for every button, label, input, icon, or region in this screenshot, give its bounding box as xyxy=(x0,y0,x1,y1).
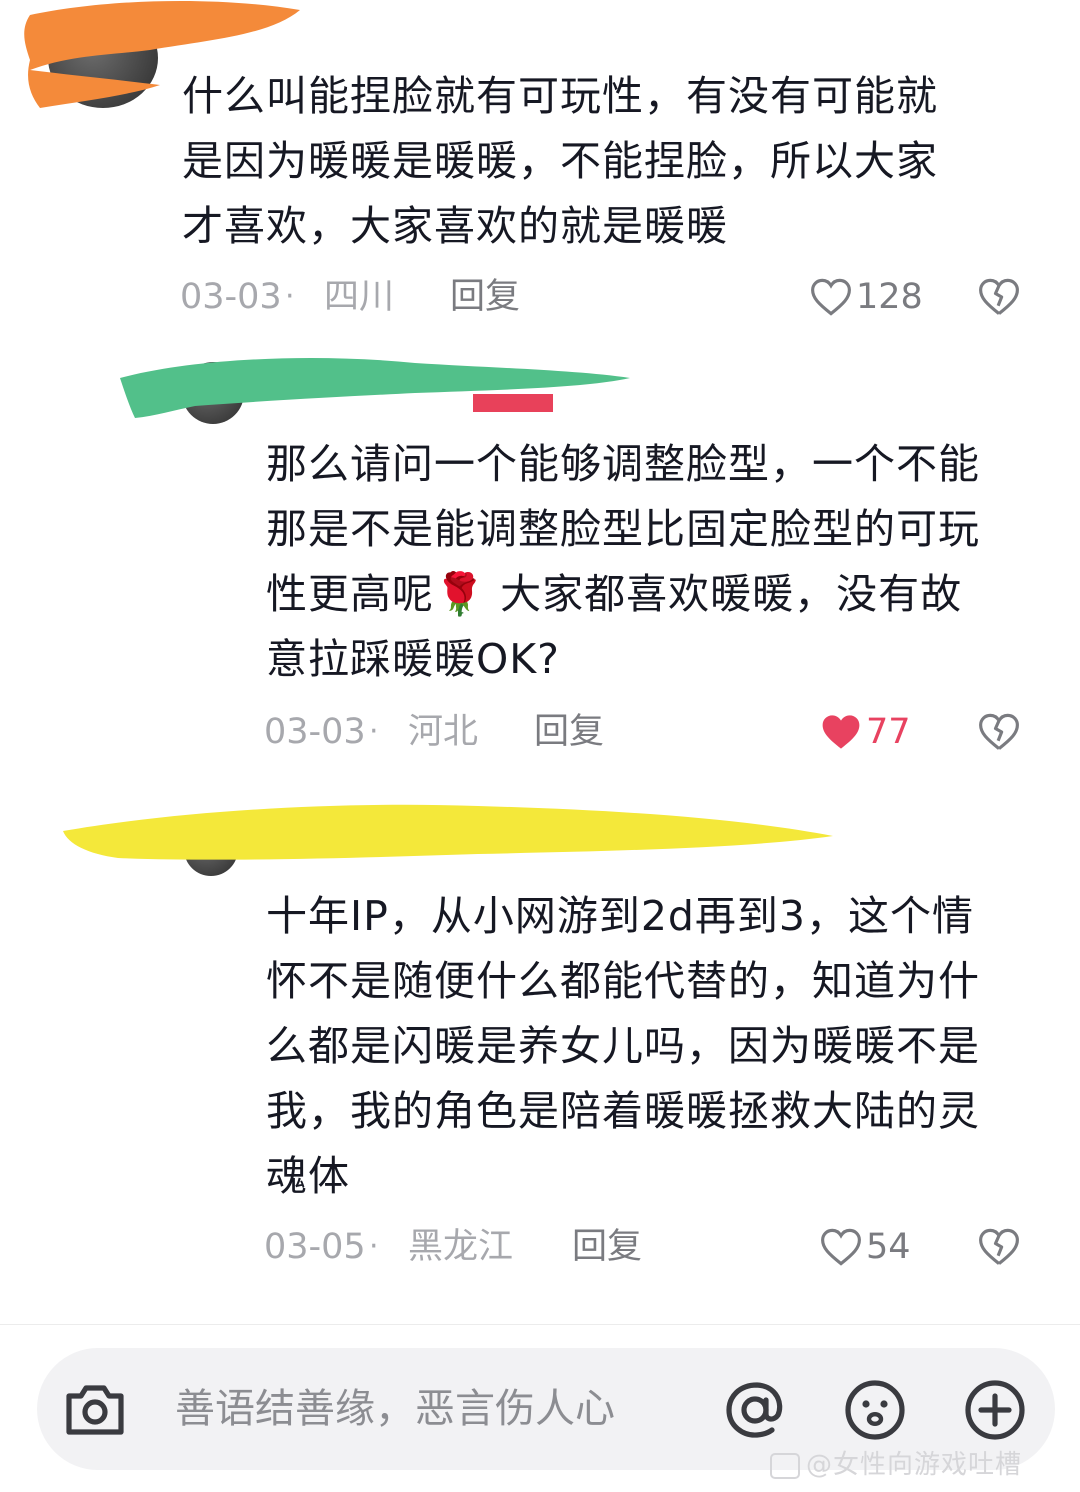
heart-icon xyxy=(821,1228,861,1266)
comment-text: 什么叫能捏脸就有可玩性，有没有可能就 是因为暖暖是暖暖，不能捏脸，所以大家 才喜… xyxy=(182,72,938,250)
redaction-scribble xyxy=(115,348,635,428)
dislike-icon[interactable] xyxy=(978,1226,1020,1268)
dislike-icon[interactable] xyxy=(978,711,1020,753)
comment-text: 那么请问一个能够调整脸型，一个不能 那是不是能调整脸型比固定脸型的可玩 性更高呢… xyxy=(266,440,980,683)
dislike-icon[interactable] xyxy=(978,276,1020,318)
comment-location: 黑龙江 xyxy=(408,1227,514,1267)
heart-icon xyxy=(811,278,851,316)
watermark-logo-icon xyxy=(770,1452,800,1479)
comment-date: 03-03 xyxy=(264,712,366,752)
reply-button[interactable]: 回复 xyxy=(450,272,520,322)
meta-separator: · xyxy=(369,714,379,749)
comment-location: 河北 xyxy=(408,712,479,752)
watermark-text: @女性向游戏吐槽 xyxy=(806,1450,1023,1480)
reply-button[interactable]: 回复 xyxy=(572,1222,642,1272)
like-count: 54 xyxy=(866,1227,911,1267)
composer-divider xyxy=(0,1324,1080,1325)
like-button[interactable]: 54 xyxy=(820,1222,911,1272)
redaction-scribble xyxy=(58,796,838,876)
like-count: 128 xyxy=(856,277,923,317)
heart-icon xyxy=(822,715,860,749)
camera-icon[interactable] xyxy=(61,1376,129,1444)
comment-location: 四川 xyxy=(324,277,395,317)
comment-input[interactable] xyxy=(175,1378,715,1440)
plus-icon[interactable] xyxy=(961,1376,1029,1444)
meta-separator: · xyxy=(285,279,295,314)
emoji-icon[interactable] xyxy=(841,1376,909,1444)
comment-text: 十年IP，从小网游到2d再到3，这个情 怀不是随便什么都能代替的，知道为什 么都… xyxy=(266,892,980,1200)
mention-icon[interactable] xyxy=(721,1376,789,1444)
reply-button[interactable]: 回复 xyxy=(534,707,604,757)
like-count: 77 xyxy=(866,712,911,752)
meta-separator: · xyxy=(369,1229,379,1264)
like-button[interactable]: 128 xyxy=(810,272,923,322)
watermark: @女性向游戏吐槽 xyxy=(770,1444,1022,1481)
comment-date: 03-05 xyxy=(264,1227,366,1267)
like-button[interactable]: 77 xyxy=(820,707,911,757)
comment-date: 03-03 xyxy=(180,277,282,317)
